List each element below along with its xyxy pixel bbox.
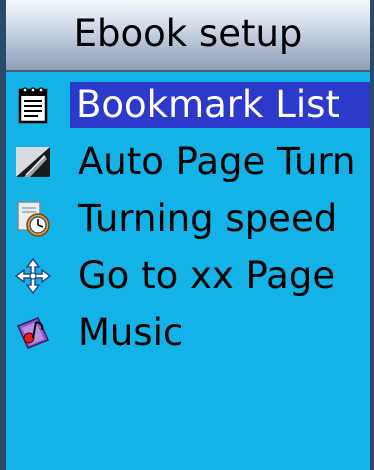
menu-item-label: Go to xx Page [78, 254, 336, 297]
menu-item-bookmark-list[interactable]: Bookmark List [6, 80, 370, 130]
ebook-setup-screen: Ebook setup Bookmark List Auto Page Turn… [0, 0, 374, 470]
menu-item-label: Turning speed [78, 197, 338, 240]
settings-menu: Bookmark List Auto Page Turn Turning spe… [6, 80, 370, 365]
menu-item-auto-page-turn[interactable]: Auto Page Turn [6, 137, 370, 187]
music-note-icon [14, 314, 52, 352]
page-curl-icon [14, 143, 52, 181]
menu-item-label: Auto Page Turn [78, 140, 356, 183]
menu-item-label: Music [78, 311, 184, 354]
page-title: Ebook setup [73, 12, 303, 55]
menu-item-label: Bookmark List [70, 82, 370, 128]
clock-document-icon [14, 200, 52, 238]
menu-item-turning-speed[interactable]: Turning speed [6, 194, 370, 244]
title-bar: Ebook setup [6, 0, 370, 72]
notepad-icon [14, 86, 52, 124]
menu-item-go-to-page[interactable]: Go to xx Page [6, 251, 370, 301]
move-arrows-icon [14, 257, 52, 295]
menu-item-music[interactable]: Music [6, 308, 370, 358]
